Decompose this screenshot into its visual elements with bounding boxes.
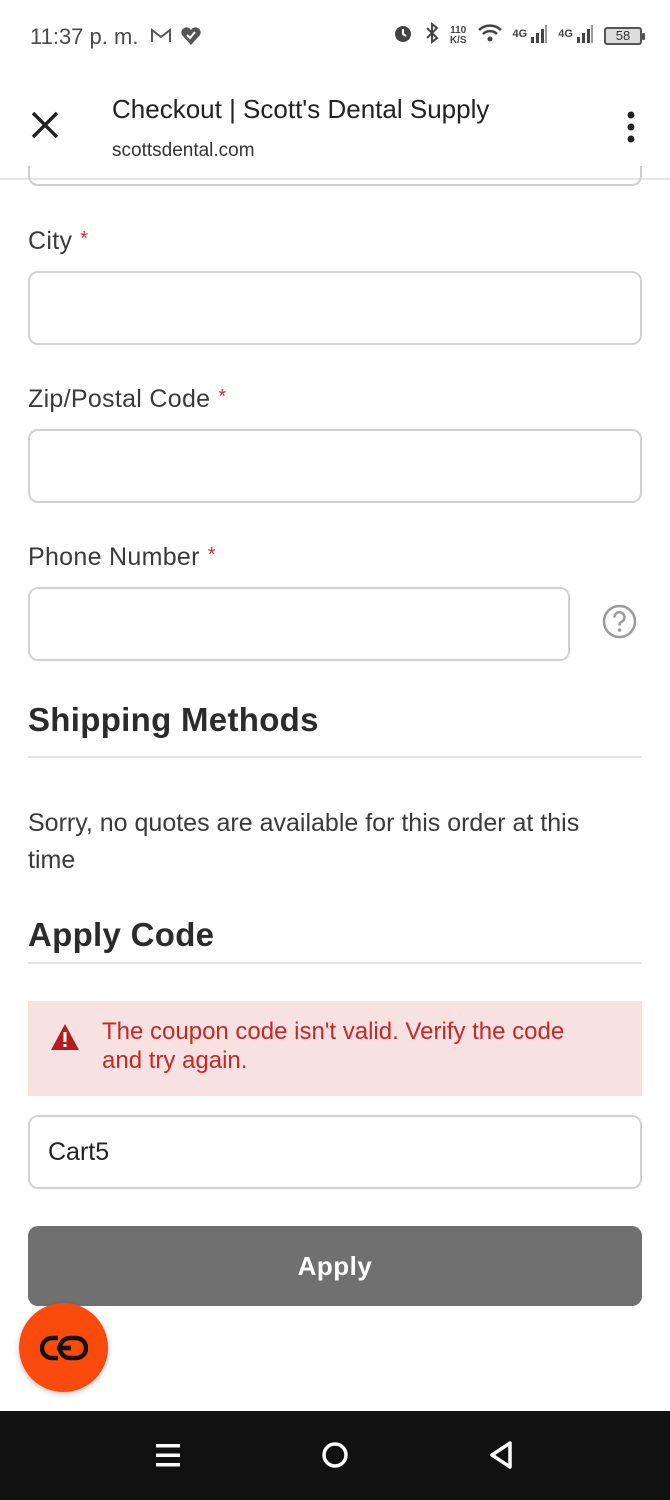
required-mark: *: [80, 228, 89, 250]
battery-level: 58: [615, 28, 631, 43]
back-icon: [490, 1441, 512, 1469]
back-button[interactable]: [482, 1435, 522, 1475]
page-url: scottsdental.com: [112, 140, 255, 161]
city-label: City *: [28, 227, 88, 256]
network-speed: 110 K/S: [449, 24, 467, 46]
close-button[interactable]: [26, 106, 64, 144]
question-circle-icon[interactable]: [602, 604, 637, 639]
zip-input[interactable]: [28, 429, 642, 503]
city-label-text: City: [28, 227, 73, 255]
zip-label: Zip/Postal Code *: [28, 385, 226, 414]
required-mark: *: [218, 386, 227, 408]
gmail-icon: [150, 27, 172, 49]
phone-label-text: Phone Number: [28, 543, 200, 571]
recents-icon: [156, 1444, 180, 1467]
chat-fab-button[interactable]: [19, 1303, 108, 1392]
battery-icon: 58: [604, 26, 645, 45]
speed-value: 110: [450, 24, 467, 36]
zip-label-text: Zip/Postal Code: [28, 385, 211, 413]
more-options-button[interactable]: [626, 110, 636, 144]
shipping-methods-heading: Shipping Methods: [28, 701, 319, 738]
signal-icon: [531, 25, 548, 43]
more-vert-icon: [627, 111, 635, 143]
bluetooth-icon: [424, 21, 440, 49]
signal-icon: [577, 25, 593, 43]
phone-input[interactable]: [28, 587, 570, 661]
home-button[interactable]: [315, 1435, 355, 1475]
previous-field-edge[interactable]: [28, 166, 642, 186]
coupon-code-input[interactable]: [28, 1115, 642, 1189]
coupon-error-alert: The coupon code isn't valid. Verify the …: [28, 1001, 642, 1096]
page-title: Checkout | Scott's Dental Supply: [112, 94, 490, 124]
apply-code-heading: Apply Code: [28, 916, 215, 953]
wifi-icon: [477, 23, 503, 48]
signal-1: 4G: [513, 25, 549, 46]
network-type-1: 4G: [512, 28, 528, 40]
chat-link-icon: [39, 1335, 88, 1360]
apply-button[interactable]: Apply: [28, 1226, 642, 1306]
alarm-icon: [392, 22, 414, 49]
phone-label: Phone Number *: [28, 543, 216, 572]
shipping-divider: [28, 756, 642, 758]
network-type-2: 4G: [558, 28, 573, 40]
required-mark: *: [207, 544, 216, 566]
custom-tab-toolbar: Checkout | Scott's Dental Supply scottsd…: [0, 76, 670, 180]
system-nav-bar: [0, 1411, 670, 1500]
status-bar: 11:37 p. m. 110 K/S 4G 4G 58: [0, 0, 670, 76]
status-time: 11:37 p. m.: [30, 24, 139, 49]
close-icon: [31, 111, 59, 139]
home-icon: [322, 1442, 348, 1468]
warning-triangle-icon: [51, 1024, 79, 1050]
speed-unit: K/S: [449, 34, 467, 46]
signal-2: 4G: [558, 25, 594, 46]
recents-button[interactable]: [148, 1435, 188, 1475]
shipping-notice: Sorry, no quotes are available for this …: [28, 809, 580, 874]
coupon-error-message: The coupon code isn't valid. Verify the …: [102, 1018, 565, 1074]
city-input[interactable]: [28, 271, 642, 345]
apply-code-divider: [28, 962, 642, 964]
heart-app-icon: [180, 26, 202, 51]
